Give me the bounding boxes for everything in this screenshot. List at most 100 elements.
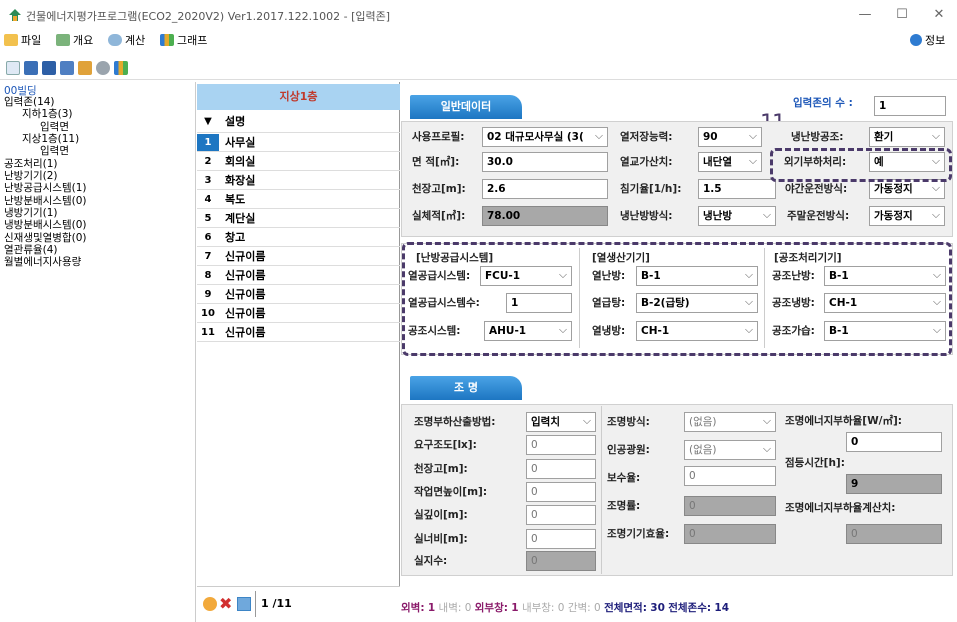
menu-info[interactable]: 정보 [910, 33, 945, 49]
req-lux-field[interactable]: 0 [526, 435, 596, 455]
room-index-label: 실지수: [414, 555, 448, 567]
maint-field[interactable]: 0 [684, 466, 776, 486]
area-label: 면 적[㎡]: [412, 156, 460, 168]
zone-row-name: 신규이름 [225, 326, 266, 339]
column-marker: ▼ [204, 116, 212, 127]
zone-row[interactable]: 9 신규이름 [197, 286, 400, 304]
night-op-select[interactable]: 가동정지 [869, 179, 945, 199]
zone-row-number: 5 [204, 213, 212, 224]
gear-icon[interactable] [96, 61, 110, 75]
use-profile-select[interactable]: 02 대규모사무실 (3( [482, 127, 608, 147]
light-source-select[interactable]: (없음) [684, 440, 776, 460]
heat-exchange-select[interactable]: 내단열 [698, 152, 762, 172]
infiltration-field[interactable]: 1.5 [698, 179, 776, 199]
home-icon[interactable] [78, 61, 92, 75]
title-bar: 건물에너지평가프로그램(ECO2_2020V2) Ver1.2017.122.1… [0, 0, 957, 30]
ceiling-field[interactable]: 2.6 [482, 179, 608, 199]
status-bar: 외벽: 1 내벽: 0 외부창: 1 내부창: 0 간벽: 0 전체면적: 30… [401, 596, 957, 620]
light-ceiling-field[interactable]: 0 [526, 459, 596, 479]
zone-row-number: 11 [201, 327, 215, 338]
volume-label: 실체적[㎥]: [412, 210, 466, 222]
zone-list-header: 지상1층 [197, 84, 400, 110]
zone-row[interactable]: 3 화장실 [197, 172, 400, 190]
tree-node[interactable]: 입력면 [40, 145, 69, 157]
minimize-button[interactable]: — [850, 6, 880, 24]
copy-zone-icon[interactable] [237, 597, 251, 611]
tab-general-data[interactable]: 일반데이터 [410, 95, 522, 119]
total-area-label: 전체면적: [604, 602, 647, 614]
folder-icon [4, 34, 18, 46]
tree-node[interactable]: 입력존(14) [4, 96, 55, 108]
zone-row-name: 화장실 [225, 174, 256, 187]
work-height-field[interactable]: 0 [526, 482, 596, 502]
heat-storage-select[interactable]: 90 [698, 127, 762, 147]
zone-row[interactable]: 8 신규이름 [197, 267, 400, 285]
add-zone-icon[interactable] [203, 597, 217, 611]
zone-row-number: 9 [204, 289, 212, 300]
zone-row[interactable]: 1 사무실 [197, 134, 400, 152]
tree-node[interactable]: 난방분배시스템(0) [4, 195, 87, 207]
area-field[interactable]: 30.0 [482, 152, 608, 172]
calc-method-select[interactable]: 입력치 [526, 412, 596, 432]
energy-load-field[interactable]: 0 [846, 432, 942, 452]
night-op-label: 야간운전방식: [785, 183, 848, 195]
room-depth-field[interactable]: 0 [526, 505, 596, 525]
zone-row[interactable]: 2 회의실 [197, 153, 400, 171]
hc-mode-select[interactable]: 냉난방 [698, 206, 776, 226]
tree-node[interactable]: 월별에너지사용량 [4, 256, 81, 268]
window-title: 건물에너지평가프로그램(ECO2_2020V2) Ver1.2017.122.1… [26, 10, 391, 23]
tree-node[interactable]: 지상1층(11) [22, 133, 79, 145]
zone-row[interactable]: 11 신규이름 [197, 324, 400, 342]
fixture-eff-label: 조명기기효율: [607, 528, 670, 540]
new-file-icon[interactable] [6, 61, 20, 75]
delete-zone-icon[interactable]: ✖ [219, 594, 232, 613]
maximize-button[interactable]: ☐ [887, 6, 917, 24]
menu-file[interactable]: 파일 [4, 33, 41, 49]
tree-node[interactable]: 냉방분배시스템(0) [4, 219, 87, 231]
zone-row[interactable]: 7 신규이름 [197, 248, 400, 266]
tree-node[interactable]: 열관류율(4) [4, 244, 58, 256]
annotation-highlight-box [770, 148, 952, 182]
zone-row-number: 6 [204, 232, 212, 243]
zone-row[interactable]: 5 계단실 [197, 210, 400, 228]
menu-graph-label: 그래프 [177, 34, 208, 47]
weekend-select[interactable]: 가동정지 [869, 206, 945, 226]
close-button[interactable]: ✕ [924, 6, 954, 24]
hvac-select[interactable]: 환기 [869, 127, 945, 147]
menu-file-label: 파일 [21, 34, 42, 47]
use-profile-label: 사용프로필: [412, 131, 465, 143]
zone-row[interactable]: 6 창고 [197, 229, 400, 247]
zone-row-name: 신규이름 [225, 288, 266, 301]
fixture-eff-field: 0 [684, 524, 776, 544]
light-method-select[interactable]: (없음) [684, 412, 776, 432]
partition: 간벽: 0 [567, 602, 601, 614]
open-folder-icon[interactable] [24, 61, 38, 75]
req-lux-label: 요구조도[lx]: [414, 439, 477, 451]
bar-chart-icon[interactable] [114, 61, 128, 75]
zone-count-field[interactable]: 1 [874, 96, 946, 116]
tree-node[interactable]: 난방공급시스템(1) [4, 182, 87, 194]
room-width-field[interactable]: 0 [526, 529, 596, 549]
tree-node[interactable]: 공조처리(1) [4, 158, 58, 170]
save-icon[interactable] [42, 61, 56, 75]
zone-row[interactable]: 10 신규이름 [197, 305, 400, 323]
hc-mode-label: 냉난방방식: [620, 210, 673, 222]
menu-calc[interactable]: 계산 [108, 33, 145, 49]
volume-field: 78.00 [482, 206, 608, 226]
infiltration-label: 침기율[1/h]: [620, 183, 682, 195]
tree-node[interactable]: 지하1층(3) [22, 108, 73, 120]
zone-row-number: 7 [204, 251, 212, 262]
tab-lighting[interactable]: 조 명 [410, 376, 522, 400]
tree-node[interactable]: 냉방기기(1) [4, 207, 58, 219]
tree-node[interactable]: 신재생및열병합(0) [4, 232, 87, 244]
inner-wall: 내벽: 0 [438, 602, 472, 614]
menu-graph[interactable]: 그래프 [160, 33, 207, 49]
tree-node[interactable]: 입력면 [40, 121, 69, 133]
save-as-icon[interactable] [60, 61, 74, 75]
column-description: 설명 [225, 115, 246, 128]
menu-overview-label: 개요 [73, 34, 94, 47]
zone-row[interactable]: 4 복도 [197, 191, 400, 209]
on-time-field: 9 [846, 474, 942, 494]
tree-node[interactable]: 난방기기(2) [4, 170, 58, 182]
menu-overview[interactable]: 개요 [56, 33, 93, 49]
